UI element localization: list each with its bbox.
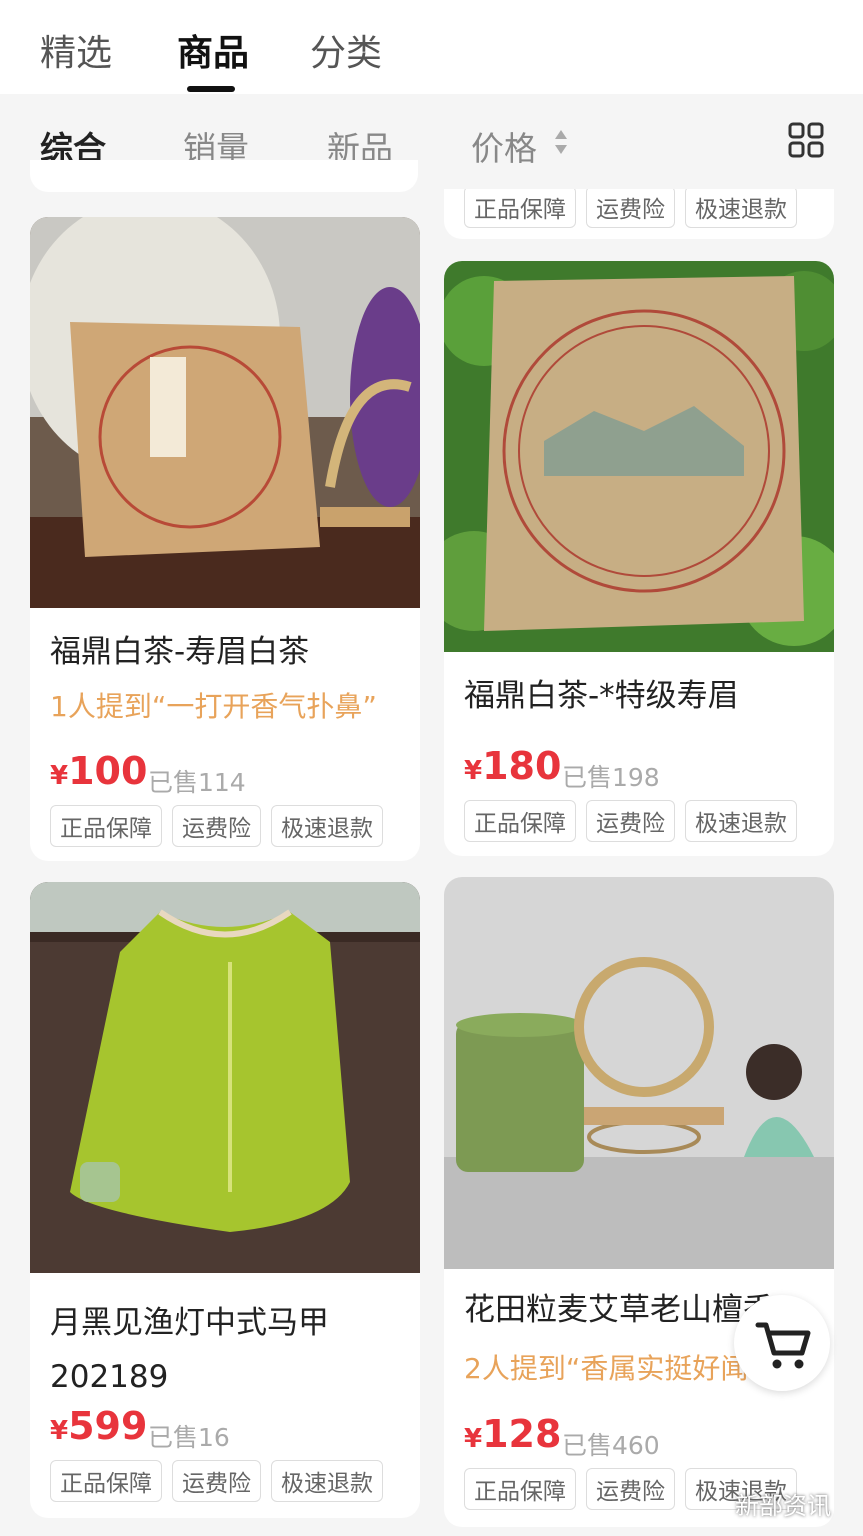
tag-authentic: 正品保障	[464, 800, 576, 842]
tag-shipping-insurance: 运费险	[586, 189, 675, 228]
cart-button[interactable]	[734, 1295, 830, 1391]
tag-shipping-insurance: 运费险	[586, 1468, 675, 1510]
tag-fast-refund: 极速退款	[271, 805, 383, 847]
tag-authentic: 正品保障	[464, 189, 576, 228]
sold-count: 已售114	[148, 768, 246, 797]
product-card[interactable]: 月黑见渔灯中式马甲202189 ¥599 已售16 正品保障 运费险 极速退款	[30, 882, 420, 1518]
currency-symbol: ¥	[464, 756, 483, 786]
product-image-white-tea-bag[interactable]	[30, 217, 420, 608]
service-tags: 正品保障 运费险 极速退款	[464, 800, 797, 842]
product-title: 福鼎白茶-寿眉白茶	[50, 634, 310, 670]
price-value: 128	[482, 1412, 562, 1456]
currency-symbol: ¥	[50, 761, 69, 791]
product-price: ¥599	[50, 1404, 147, 1448]
service-tags: 正品保障 运费险 极速退款	[464, 189, 797, 228]
product-price: ¥180	[464, 744, 561, 788]
product-image-tea-cake[interactable]	[444, 261, 834, 652]
tab-categories[interactable]: 分类	[310, 24, 382, 76]
product-title: 月黑见渔灯中式马甲202189	[50, 1305, 329, 1395]
review-mention: 1人提到“一打开香气扑鼻”	[50, 690, 377, 723]
price-value: 599	[68, 1404, 148, 1448]
sold-count: 已售198	[562, 763, 660, 792]
price-value: 180	[482, 744, 562, 788]
tab-featured[interactable]: 精选	[40, 24, 112, 76]
currency-symbol: ¥	[464, 1424, 483, 1454]
currency-symbol: ¥	[50, 1416, 69, 1446]
product-card[interactable]: 福鼎白茶-寿眉白茶 1人提到“一打开香气扑鼻” ¥100 已售114 正品保障 …	[30, 217, 420, 861]
tag-fast-refund: 极速退款	[685, 189, 797, 228]
service-tags: 正品保障 运费险 极速退款	[50, 1460, 383, 1502]
tab-products[interactable]: 商品	[177, 24, 249, 76]
product-image-green-vest[interactable]	[30, 882, 420, 1273]
service-tags: 正品保障 运费险 极速退款	[50, 805, 383, 847]
tag-shipping-insurance: 运费险	[172, 1460, 261, 1502]
product-card[interactable]: 花田粒麦艾草老山檀香* 2人提到“香属实挺好闻” ¥128 已售460 正品保障…	[444, 877, 834, 1527]
review-mention: 2人提到“香属实挺好闻”	[464, 1352, 763, 1385]
tag-fast-refund: 极速退款	[271, 1460, 383, 1502]
tag-fast-refund: 极速退款	[685, 800, 797, 842]
tag-authentic: 正品保障	[50, 805, 162, 847]
active-tab-indicator	[187, 86, 235, 92]
product-card[interactable]: 福鼎白茶-*特级寿眉 ¥180 已售198 正品保障 运费险 极速退款	[444, 261, 834, 856]
product-price: ¥100	[50, 749, 147, 793]
tag-shipping-insurance: 运费险	[586, 800, 675, 842]
price-value: 100	[68, 749, 148, 793]
partial-product-card[interactable]: 正品保障 运费险 极速退款	[444, 189, 834, 239]
product-price: ¥128	[464, 1412, 561, 1456]
partial-product-card[interactable]	[30, 160, 418, 192]
product-image-mugwort-incense[interactable]	[444, 877, 834, 1269]
top-tab-bar	[0, 0, 863, 94]
cart-icon	[755, 1322, 811, 1369]
product-title: 福鼎白茶-*特级寿眉	[464, 678, 739, 714]
tag-authentic: 正品保障	[50, 1460, 162, 1502]
sold-count: 已售460	[562, 1431, 660, 1460]
sort-price[interactable]: 价格	[471, 122, 537, 170]
sort-arrows-icon[interactable]	[553, 128, 569, 156]
tag-shipping-insurance: 运费险	[172, 805, 261, 847]
tag-authentic: 正品保障	[464, 1468, 576, 1510]
watermark: 新部资讯	[735, 1492, 831, 1520]
sold-count: 已售16	[148, 1423, 230, 1452]
grid-view-icon[interactable]	[788, 122, 824, 158]
